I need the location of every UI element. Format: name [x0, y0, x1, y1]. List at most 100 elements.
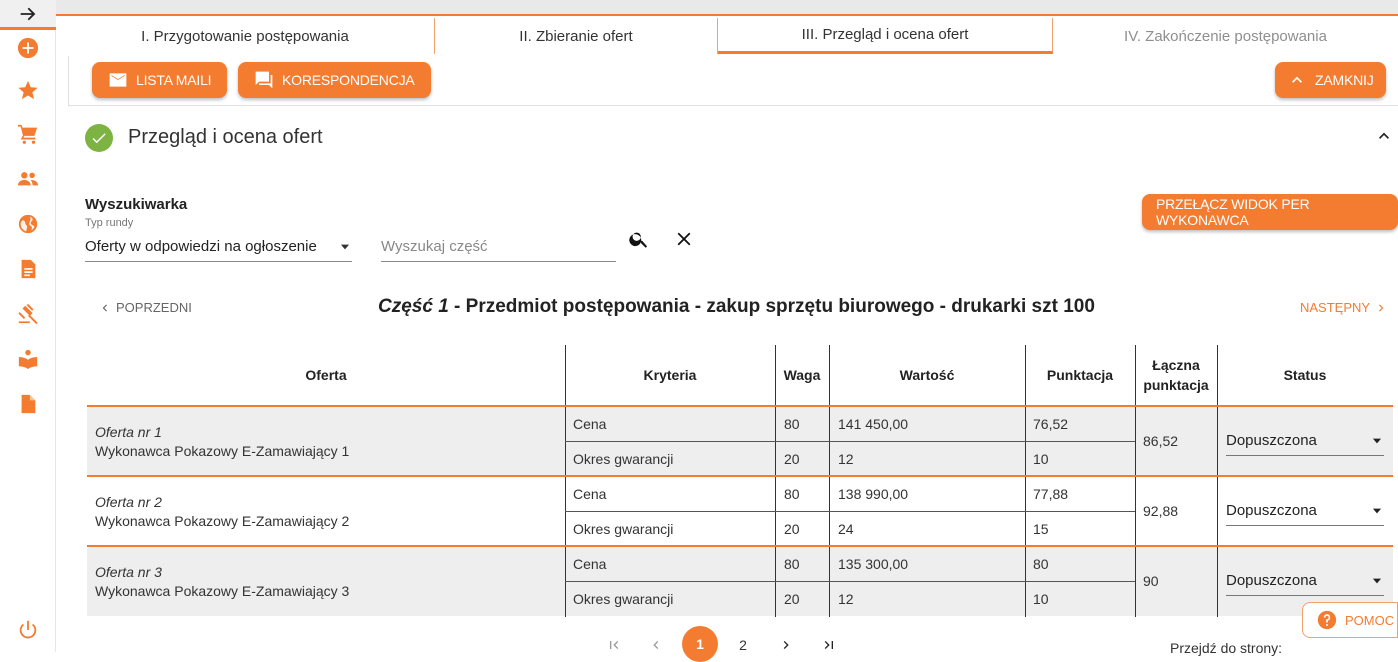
weight: 20: [784, 521, 800, 537]
search-title: Wyszukiwarka: [85, 196, 188, 213]
value: 24: [838, 521, 854, 537]
close-icon[interactable]: [673, 228, 695, 250]
points: 10: [1033, 591, 1049, 607]
weight: 20: [784, 451, 800, 467]
mail-list-label: LISTA MAILI: [136, 72, 212, 88]
cart-icon[interactable]: [16, 122, 40, 146]
header-offer: Oferta: [305, 367, 347, 383]
next-page-button[interactable]: [770, 630, 802, 660]
switch-view-button[interactable]: PRZEŁĄCZ WIDOK PER WYKONAWCA: [1142, 194, 1398, 230]
total-points: 90: [1143, 573, 1159, 589]
offer-number: Oferta nr 2: [95, 494, 162, 510]
document-icon[interactable]: [16, 257, 40, 281]
globe-icon[interactable]: [16, 212, 40, 236]
help-icon: [1317, 610, 1337, 630]
next-label: NASTĘPNY: [1300, 300, 1371, 315]
header-status: Status: [1283, 367, 1327, 383]
column-divider: [1025, 345, 1026, 617]
reader-icon[interactable]: [16, 347, 40, 371]
goto-page-label: Przejdź do strony:: [1170, 640, 1283, 656]
step-2[interactable]: II. Zbieranie ofert: [435, 18, 718, 54]
check-circle-icon: [85, 124, 113, 152]
previous-part-button[interactable]: POPRZEDNI: [98, 300, 192, 315]
points: 15: [1033, 521, 1049, 537]
arrow-right-icon: [20, 7, 36, 20]
sidebar: [0, 0, 56, 652]
round-type-select[interactable]: Oferty w odpowiedzi na ogłoszenie: [85, 232, 352, 262]
criteria-divider: [565, 511, 1135, 512]
header-weight: Waga: [783, 367, 821, 383]
weight: 80: [784, 486, 800, 502]
column-divider: [1135, 345, 1136, 617]
panel-border: [68, 56, 69, 105]
process-steps: I. Przygotowanie postępowania II. Zbiera…: [56, 18, 1398, 56]
dropdown-arrow-icon: [340, 244, 350, 249]
expand-sidebar-button[interactable]: [0, 0, 56, 30]
dropdown-arrow-icon: [1372, 578, 1382, 583]
help-label: POMOC: [1345, 612, 1395, 628]
criterion: Okres gwarancji: [573, 521, 674, 537]
dropdown-arrow-icon: [1372, 438, 1382, 443]
status-select[interactable]: Dopuszczona: [1226, 426, 1384, 456]
points: 10: [1033, 451, 1049, 467]
points: 76,52: [1033, 416, 1069, 432]
points: 77,88: [1033, 486, 1069, 502]
part-number: Część 1: [378, 296, 449, 317]
row-separator: [87, 545, 1393, 547]
row-separator: [87, 405, 1393, 407]
chevron-up-icon[interactable]: [1374, 126, 1394, 146]
section-title: Przegląd i ocena ofert: [128, 126, 323, 148]
step-3[interactable]: III. Przegląd i ocena ofert: [718, 18, 1053, 54]
column-divider: [829, 345, 830, 617]
contractor-name: Wykonawca Pokazowy E-Zamawiający 1: [95, 443, 350, 459]
criterion: Cena: [573, 416, 607, 432]
previous-label: POPRZEDNI: [116, 300, 192, 315]
correspondence-button[interactable]: KORESPONDENCJA: [238, 62, 431, 98]
dropdown-arrow-icon: [1372, 508, 1382, 513]
power-icon[interactable]: [16, 618, 40, 642]
next-part-button[interactable]: NASTĘPNY: [1300, 300, 1388, 315]
criterion: Okres gwarancji: [573, 591, 674, 607]
weight: 80: [784, 556, 800, 572]
previous-page-button[interactable]: [640, 630, 672, 660]
header-total-line1: Łączna: [1152, 357, 1200, 373]
value: 135 300,00: [838, 556, 909, 572]
round-type-value: Oferty w odpowiedzi na ogłoszenie: [85, 238, 317, 255]
correspondence-label: KORESPONDENCJA: [282, 72, 415, 88]
status-select[interactable]: Dopuszczona: [1226, 496, 1384, 526]
mail-icon: [109, 73, 127, 87]
offer-number: Oferta nr 1: [95, 424, 162, 440]
chevron-left-icon: [102, 304, 107, 311]
header-criteria: Kryteria: [643, 367, 697, 383]
first-page-button[interactable]: [598, 630, 630, 660]
points: 80: [1033, 556, 1049, 572]
close-button[interactable]: ZAMKNIJ: [1275, 62, 1386, 98]
mail-list-button[interactable]: LISTA MAILI: [92, 62, 228, 98]
star-icon[interactable]: [16, 78, 40, 102]
gavel-icon[interactable]: [16, 302, 40, 326]
total-points: 86,52: [1143, 433, 1179, 449]
part-search-input[interactable]: [381, 232, 616, 262]
status-value: Dopuszczona: [1226, 432, 1317, 449]
help-button[interactable]: POMOC: [1302, 602, 1398, 638]
value: 12: [838, 451, 854, 467]
offer-number: Oferta nr 3: [95, 564, 162, 580]
file-icon[interactable]: [16, 392, 40, 416]
close-label: ZAMKNIJ: [1315, 72, 1374, 88]
chat-icon: [255, 71, 273, 89]
page-current[interactable]: 1: [682, 626, 718, 662]
search-icon[interactable]: [628, 228, 650, 250]
criteria-divider: [565, 581, 1135, 582]
last-page-button[interactable]: [813, 630, 845, 660]
people-icon[interactable]: [16, 167, 40, 191]
status-value: Dopuszczona: [1226, 502, 1317, 519]
add-circle-icon[interactable]: [16, 36, 40, 60]
column-divider: [1217, 345, 1218, 617]
step-1[interactable]: I. Przygotowanie postępowania: [56, 18, 435, 54]
value: 141 450,00: [838, 416, 909, 432]
chevron-right-icon: [1379, 304, 1384, 311]
weight: 80: [784, 416, 800, 432]
status-select[interactable]: Dopuszczona: [1226, 566, 1384, 596]
criteria-divider: [565, 441, 1135, 442]
page-2[interactable]: 2: [727, 630, 759, 660]
